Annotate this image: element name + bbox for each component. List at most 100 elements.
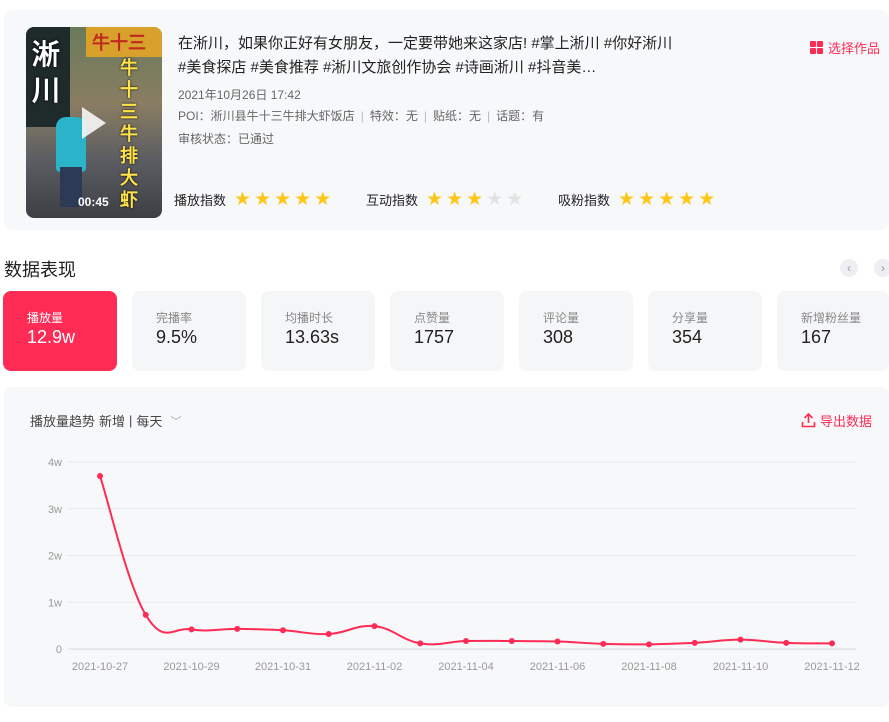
y-tick-label: 3w	[48, 504, 62, 516]
rating-label: 互动指数	[366, 193, 419, 208]
choose-work-label: 选择作品	[828, 41, 881, 56]
chevron-right-icon[interactable]: ›	[874, 259, 889, 277]
metric-card-new-fans[interactable]: 新增粉丝量 167	[777, 291, 889, 371]
x-tick-label: 2021-11-06	[530, 661, 585, 673]
data-point	[691, 639, 698, 646]
x-tick-label: 2021-11-10	[713, 661, 768, 673]
data-point	[463, 638, 469, 645]
star-filled-icon: ★	[698, 189, 716, 210]
grid-icon	[810, 41, 823, 54]
x-tick-label: 2021-10-27	[72, 661, 128, 673]
star-filled-icon: ★	[618, 189, 636, 210]
y-tick-label: 2w	[48, 551, 62, 563]
rating-interaction-index: 互动指数 ★ ★ ★ ★ ★	[366, 190, 526, 209]
video-sticker: 贴纸：无	[432, 109, 481, 123]
metric-label: 分享量	[672, 311, 709, 325]
data-point	[829, 640, 835, 647]
data-point	[371, 623, 378, 630]
video-thumbnail[interactable]: 淅川 牛十三 牛十三牛排大虾 00:45	[26, 27, 162, 218]
video-meta: POI：淅川县牛十三牛排大虾饭店 | 特效：无 | 贴纸：无 | 话题：有	[178, 107, 544, 124]
metric-card-avg-duration[interactable]: 均播时长 13.63s	[261, 291, 375, 371]
star-filled-icon: ★	[678, 189, 696, 210]
data-point	[325, 631, 332, 638]
star-filled-icon: ★	[658, 189, 676, 210]
data-point	[600, 640, 607, 647]
chevron-left-icon[interactable]: ‹	[840, 259, 858, 277]
metric-value: 308	[543, 327, 574, 347]
meta-divider: |	[423, 109, 427, 123]
star-filled-icon: ★	[254, 189, 272, 210]
x-tick-label: 2021-11-02	[347, 661, 402, 673]
video-card: 淅川 牛十三 牛十三牛排大虾 00:45 在淅川，如果你正好有女朋友，一定要带她…	[4, 10, 889, 230]
metric-value: 1757	[414, 327, 455, 347]
star-filled-icon: ★	[426, 189, 444, 210]
star-filled-icon: ★	[274, 189, 292, 210]
video-poi: POI：淅川县牛十三牛排大虾饭店	[178, 109, 355, 123]
data-point	[280, 627, 286, 634]
data-point	[783, 639, 790, 646]
data-point	[188, 626, 195, 633]
x-tick-label: 2021-10-29	[163, 661, 219, 673]
data-point	[737, 636, 744, 643]
rating-label: 吸粉指数	[558, 193, 611, 208]
metric-card-completion-rate[interactable]: 完播率 9.5%	[132, 291, 246, 371]
metric-card-comments[interactable]: 评论量 308	[519, 291, 633, 371]
data-point	[417, 640, 424, 647]
play-icon[interactable]	[82, 107, 106, 139]
trend-chart-card: 播放量趋势 新增 | 每天 ﹀ 导出数据 0 1w 2w 3w 4w 2021-10-27…	[4, 387, 889, 707]
rating-stars: ★ ★ ★ ★ ★	[426, 190, 526, 209]
metric-label: 播放量	[27, 311, 64, 325]
choose-work-button[interactable]: 选择作品	[810, 38, 880, 57]
rating-fan-index: 吸粉指数 ★ ★ ★ ★ ★	[558, 190, 718, 209]
metric-value: 12.9w	[27, 327, 76, 347]
star-filled-icon: ★	[294, 189, 312, 210]
video-title: 在淅川，如果你正好有女朋友，一定要带她来这家店! #掌上淅川 #你好淅川 #美食…	[178, 35, 673, 76]
meta-divider: |	[360, 109, 364, 123]
x-tick-label: 2021-10-31	[255, 661, 311, 673]
metric-card-plays[interactable]: 播放量 12.9w	[3, 291, 117, 371]
rating-stars: ★ ★ ★ ★ ★	[234, 190, 334, 209]
x-tick-label: 2021-11-08	[621, 661, 676, 673]
metric-card-shares[interactable]: 分享量 354	[648, 291, 762, 371]
star-filled-icon: ★	[446, 189, 464, 210]
thumbnail-caption-side: 牛十三牛排大虾	[120, 58, 138, 210]
star-filled-icon: ★	[314, 189, 332, 210]
metric-label: 新增粉丝量	[801, 311, 862, 325]
metric-label: 点赞量	[414, 311, 451, 325]
star-filled-icon: ★	[638, 189, 656, 210]
trend-line-chart: 0 1w 2w 3w 4w 2021-10-27 2021-10-29 2021-10-31 2…	[48, 457, 860, 673]
section-title: 数据表现	[4, 260, 76, 280]
y-tick-label: 0	[56, 644, 62, 656]
video-date: 2021年10月26日 17:42	[178, 88, 301, 102]
metric-label: 完播率	[156, 311, 193, 325]
metric-value: 9.5%	[156, 327, 198, 347]
star-filled-icon: ★	[234, 189, 252, 210]
video-effect: 特效：无	[369, 109, 418, 123]
metric-value: 13.63s	[285, 327, 340, 347]
x-tick-label: 2021-11-12	[804, 661, 859, 673]
star-empty-icon: ★	[506, 189, 524, 210]
thumbnail-caption-vertical: 淅川	[32, 38, 61, 107]
metric-value: 354	[672, 327, 703, 347]
rating-label: 播放指数	[174, 193, 227, 208]
y-tick-label: 1w	[48, 597, 62, 609]
rating-stars: ★ ★ ★ ★ ★	[618, 190, 718, 209]
metric-value: 167	[801, 327, 832, 347]
review-status: 审核状态：已通过	[178, 132, 275, 146]
rating-play-index: 播放指数 ★ ★ ★ ★ ★	[174, 190, 334, 209]
data-point	[554, 638, 561, 645]
data-point	[97, 473, 103, 480]
data-point	[234, 625, 241, 632]
data-point	[508, 638, 515, 645]
metric-card-likes[interactable]: 点赞量 1757	[390, 291, 504, 371]
star-filled-icon: ★	[466, 189, 484, 210]
x-tick-label: 2021-11-04	[438, 661, 493, 673]
data-point	[646, 641, 652, 648]
data-point	[142, 611, 149, 618]
video-duration: 00:45	[78, 195, 109, 209]
y-tick-label: 4w	[48, 457, 62, 469]
meta-divider: |	[486, 109, 491, 123]
star-empty-icon: ★	[486, 189, 504, 210]
metric-label: 均播时长	[285, 311, 334, 325]
thumbnail-caption-top: 牛十三	[92, 33, 146, 53]
